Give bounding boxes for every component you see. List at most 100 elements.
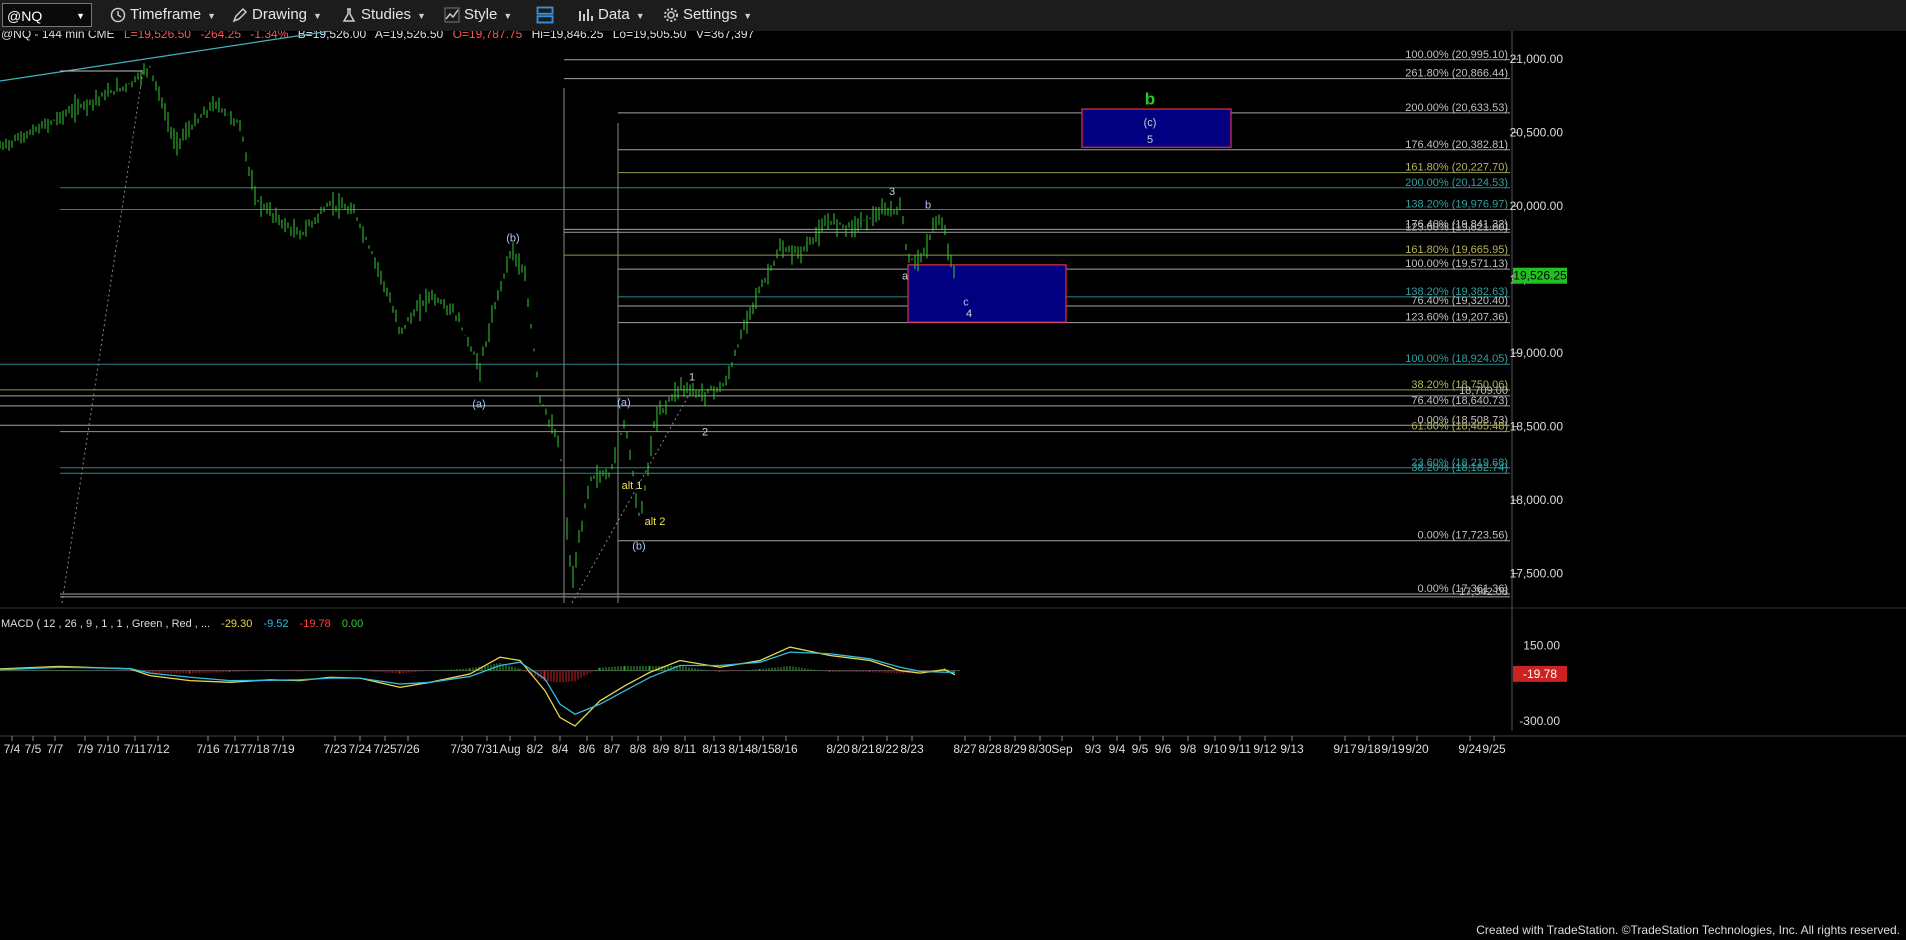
chevron-down-icon: ▼: [503, 11, 513, 21]
chevron-down-icon: ▼: [635, 11, 645, 21]
time-tick-label: 8/27: [953, 742, 977, 756]
chevron-down-icon: ▼: [76, 11, 85, 21]
wave-label: b: [925, 199, 931, 211]
fib-label: 200.00% (20,633.53): [1405, 102, 1508, 114]
time-tick-label: 7/26: [396, 742, 420, 756]
time-tick-label: 8/7: [604, 742, 621, 756]
wave-label: (b): [632, 540, 645, 552]
wave-label: 2: [702, 426, 708, 438]
price-tick-label: 17,500.00: [1510, 567, 1564, 581]
target-box: [1081, 108, 1232, 148]
style-label: Style: [464, 6, 498, 23]
pct-change: -1.34%: [250, 31, 288, 41]
time-tick-label: 7/31: [475, 742, 499, 756]
wave-label: (a): [617, 397, 630, 409]
wave-label: a: [902, 271, 909, 283]
fib-label: 38.20% (18,182.74): [1411, 462, 1508, 474]
chart-header: @NQ - 144 min CME L=19,526.50 -264.25 -1…: [1, 31, 755, 41]
layout-button[interactable]: [535, 3, 559, 27]
symbol-input[interactable]: @NQ ▼: [2, 3, 92, 27]
fib-label: 138.20% (19,976.97): [1405, 198, 1508, 210]
chart-style-icon: [444, 7, 460, 23]
time-tick-label: 8/9: [653, 742, 670, 756]
time-tick-label: 8/30: [1028, 742, 1052, 756]
chevron-down-icon: ▼: [207, 11, 217, 21]
price-tick-label: 21,000.00: [1510, 52, 1564, 66]
last-price-tag: 19,526.25: [1513, 267, 1567, 284]
volume: V=367,397: [696, 31, 755, 41]
settings-label: Settings: [683, 6, 738, 23]
last-price: L=19,526.50: [124, 31, 191, 41]
wave-label: b: [1145, 90, 1155, 109]
data-menu[interactable]: Data ▼: [578, 3, 645, 27]
time-tick-label: 9/5: [1132, 742, 1149, 756]
wave-label: 4: [966, 308, 972, 320]
time-tick-label: 7/12: [146, 742, 170, 756]
settings-menu[interactable]: Settings ▼: [663, 3, 752, 27]
time-tick-label: 8/4: [552, 742, 569, 756]
time-tick-label: 8/13: [702, 742, 726, 756]
macd-last-tag-text: -19.78: [1523, 667, 1557, 681]
time-tick-label: 8/14: [728, 742, 752, 756]
toolbar: @NQ ▼ Timeframe ▼ Drawing ▼ Studies ▼ Style ▼…: [0, 0, 1906, 32]
time-tick-label: 7/19: [271, 742, 295, 756]
fib-label: 76.40% (19,320.40): [1411, 295, 1508, 307]
time-tick-label: 7/25: [373, 742, 397, 756]
flask-icon: [342, 8, 356, 22]
layout-icon: [536, 6, 554, 24]
time-tick-label: 8/29: [1003, 742, 1027, 756]
time-tick-label: 9/11: [1229, 742, 1252, 756]
time-tick-label: 9/8: [1180, 742, 1197, 756]
time-tick-label: 7/5: [25, 742, 42, 756]
wave-label: (c): [1144, 117, 1157, 129]
style-menu[interactable]: Style ▼: [444, 3, 512, 27]
time-tick-label: Sep: [1051, 742, 1073, 756]
wave-label: alt 1: [622, 480, 643, 492]
wave-label: (a): [472, 398, 485, 410]
fib-label: 261.80% (20,866.44): [1405, 68, 1508, 80]
studies-menu[interactable]: Studies ▼: [341, 3, 426, 27]
timeframe-menu[interactable]: Timeframe ▼: [110, 3, 216, 27]
fib-label: 61.80% (18,465.48): [1411, 421, 1508, 433]
last-price-tag-text: 19,526.25: [1513, 269, 1567, 283]
time-tick-label: 8/16: [774, 742, 798, 756]
macd-tick-label: -300.00: [1519, 714, 1560, 728]
symbol-text: @NQ: [7, 8, 43, 24]
time-tick-label: 9/6: [1155, 742, 1172, 756]
fib-label: 161.80% (20,227.70): [1405, 162, 1508, 174]
time-tick-label: 8/20: [826, 742, 850, 756]
wave-label: (b): [506, 232, 519, 244]
chevron-down-icon: ▼: [743, 11, 753, 21]
price-tick-label: 20,000.00: [1510, 199, 1564, 213]
time-tick-label: 9/18: [1357, 742, 1381, 756]
gear-icon: [664, 8, 678, 23]
wave-label: 3: [889, 186, 895, 198]
time-tick-label: 7/17: [223, 742, 247, 756]
price-tick-label: 20,500.00: [1510, 126, 1564, 140]
chevron-down-icon: ▼: [313, 11, 322, 21]
time-tick-label: 9/12: [1253, 742, 1277, 756]
open-price: O=19,787.75: [453, 31, 523, 41]
fib-label: 161.80% (19,665.95): [1405, 244, 1508, 256]
studies-label: Studies: [361, 6, 412, 23]
fib-label: 0.00% (17,723.56): [1417, 530, 1508, 542]
time-tick-label: 9/25: [1482, 742, 1506, 756]
macd-tick-label: 150.00: [1523, 638, 1560, 652]
fib-label: 76.40% (18,640.73): [1411, 395, 1508, 407]
price-chart[interactable]: @NQ - 144 min CME L=19,526.50 -264.25 -1…: [0, 31, 1906, 924]
wave-label: c: [963, 296, 969, 308]
time-tick-label: 7/7: [47, 742, 64, 756]
drawing-menu[interactable]: Drawing ▼: [232, 3, 322, 27]
time-tick-label: 8/23: [900, 742, 924, 756]
macd-value: -29.30: [221, 618, 252, 630]
fib-label: 100.00% (19,571.13): [1405, 258, 1508, 270]
time-tick-label: 9/3: [1085, 742, 1102, 756]
fib-label: 100.00% (18,924.05): [1405, 353, 1508, 365]
time-tick-label: 9/4: [1109, 742, 1126, 756]
time-tick-label: Aug: [499, 742, 520, 756]
time-tick-label: 9/24: [1458, 742, 1482, 756]
symbol-interval: @NQ - 144 min CME: [1, 31, 115, 41]
wave-label: 1: [689, 371, 695, 383]
time-tick-label: 9/10: [1203, 742, 1227, 756]
chart-background: [0, 31, 1906, 924]
